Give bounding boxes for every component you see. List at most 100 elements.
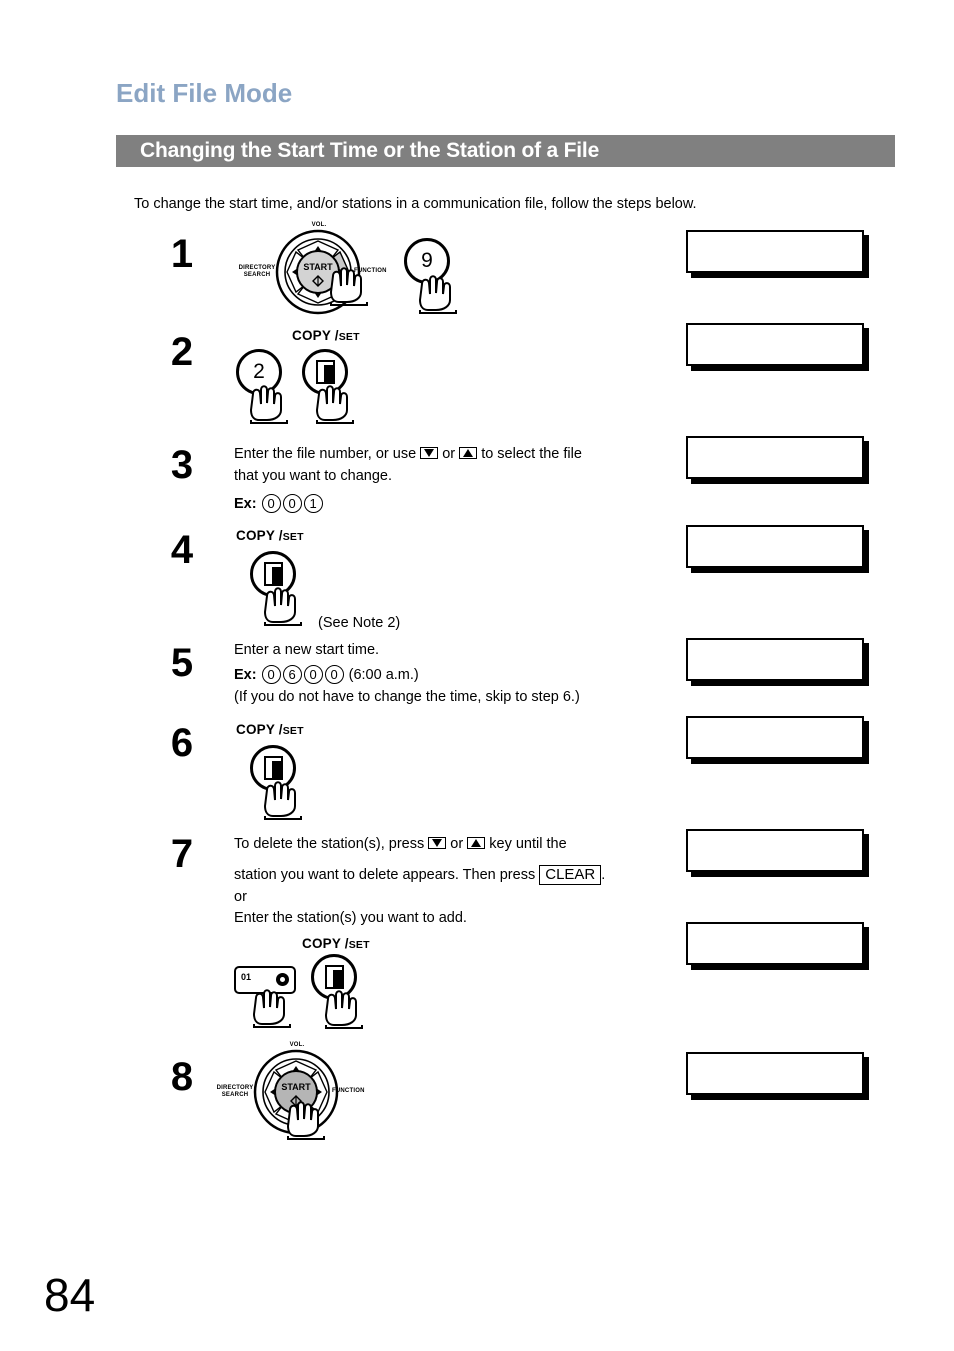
step-3-line1: Enter the file number, or use or to sele… [234, 446, 582, 462]
step-5-line3: (If you do not have to change the time, … [234, 688, 580, 705]
step-3-line2: that you want to change. [234, 467, 392, 484]
section-banner: Changing the Start Time or the Station o… [116, 135, 895, 167]
step-5-example: Ex: 0600 (6:00 a.m.) [234, 665, 674, 687]
lcd-line-1: EDIT FILE MODE (1-6) [694, 270, 856, 271]
lcd-display-step-5: DEFERRED XMT START TIME 06:00 [686, 638, 864, 681]
lcd-line-1: ENTER STATION(S) [694, 869, 856, 870]
step-7-content: To delete the station(s), press or key u… [234, 834, 664, 1029]
section-banner-title: Changing the Start Time or the Station o… [140, 139, 600, 162]
page-number: 84 [44, 1269, 96, 1321]
key-2-label: 2 [253, 360, 265, 383]
step-5-line1: Enter a new start time. [234, 642, 380, 658]
example-digit: 6 [282, 665, 302, 685]
step-number-6: 6 [170, 721, 194, 765]
pressing-hand-icon [250, 986, 291, 1028]
copy-set-label: COPY /SET [292, 328, 360, 343]
copy-page-icon [324, 965, 344, 989]
page-title: Edit File Mode [116, 78, 293, 108]
led-indicator-icon [276, 973, 289, 986]
dial-label-function: FUNCTION [332, 1088, 365, 1094]
step-1-illustration: START VOL. DIRECTORY SEARCH FUNCTION 9 [239, 222, 462, 315]
intro-paragraph: To change the start time, and/or station… [134, 196, 697, 212]
navigation-dial-cluster[interactable]: START VOL. DIRECTORY SEARCH FUNCTION [217, 1042, 372, 1140]
lcd-display-step-1: EDIT FILE MODE (1-6) ENTER NO. OR ∨ ∧ [686, 230, 864, 273]
step-number-3: 3 [170, 443, 194, 487]
lcd-display-step-6: <01>(Station name) 5551234 [686, 716, 864, 759]
dial-label-directory-search: DIRECTORY SEARCH [238, 265, 276, 278]
lcd-line-1: ENTER FILE NO.OR ∨ ∧ [694, 476, 856, 477]
dial-label-vol: VOL. [289, 1042, 305, 1048]
lcd-display-step-8: * STORE * NO.005 [686, 1052, 864, 1095]
step-7-line1: To delete the station(s), press or key u… [234, 836, 567, 852]
example-digit: 0 [261, 665, 281, 685]
pressing-hand-icon [261, 778, 302, 820]
numeric-key-2[interactable]: 2 [236, 349, 288, 424]
step-number-2: 2 [170, 330, 194, 374]
up-arrow-key-icon[interactable] [467, 837, 486, 850]
svg-text:START: START [281, 1082, 311, 1092]
key-9-label: 9 [421, 249, 433, 272]
copy-set-button[interactable] [250, 551, 302, 626]
pressing-hand-icon [327, 264, 368, 306]
step-number-4: 4 [170, 528, 194, 572]
lcd-display-step-7b: 1 STN(S) ARE SET ADD MORE OR START [686, 922, 864, 965]
step-2-illustration: COPY /SET 2 [236, 328, 360, 424]
lcd-line-1: ENTER FILE NO.OR ∨ ∧ [694, 363, 856, 364]
step-7-line3: or [234, 888, 247, 905]
clear-key[interactable]: CLEAR [539, 864, 602, 885]
step-5-content: Enter a new start time. Ex: 0600 (6:00 a… [234, 640, 674, 708]
step-3-example: Ex: 001 [234, 494, 654, 516]
lcd-display-step-7a: ENTER STATION(S) THEN PRESS START [686, 829, 864, 872]
pressing-hand-icon [261, 584, 302, 626]
step-4-note: (See Note 2) [318, 615, 401, 631]
down-arrow-key-icon[interactable] [420, 447, 439, 460]
lcd-line-1: <01>(Station name) [694, 756, 856, 757]
example-digit: 0 [282, 494, 302, 514]
lcd-line-1: * STORE * NO.005 [694, 1092, 856, 1093]
pressing-hand-icon [284, 1098, 325, 1140]
step-8-illustration: START VOL. DIRECTORY SEARCH FUNCTION [217, 1042, 372, 1140]
copy-set-label: COPY /SET [236, 528, 304, 543]
pressing-hand-icon [313, 382, 354, 424]
pressing-hand-icon [416, 272, 457, 314]
example-digit: 0 [303, 665, 323, 685]
one-touch-key-label: 01 [241, 972, 252, 982]
copy-set-label: COPY /SET [302, 936, 370, 951]
step-7-line2: station you want to delete appears. Then… [234, 864, 606, 885]
lcd-display-step-4: DEFERRED XMT START TIME 22:30 [686, 525, 864, 568]
dial-label-vol: VOL. [311, 222, 327, 228]
example-suffix: (6:00 a.m.) [348, 666, 419, 683]
example-digit: 0 [324, 665, 344, 685]
step-number-5: 5 [170, 641, 194, 685]
copy-set-button[interactable] [250, 745, 302, 820]
up-arrow-key-icon[interactable] [459, 447, 478, 460]
lcd-line-1: DEFERRED XMT [694, 565, 856, 566]
example-label: Ex: [234, 666, 257, 683]
copy-set-button[interactable] [302, 349, 354, 424]
step-7-line4: Enter the station(s) you want to add. [234, 910, 467, 927]
step-6-illustration: COPY /SET [236, 722, 304, 821]
example-digit: 1 [303, 494, 323, 514]
copy-page-icon [263, 756, 283, 780]
step-number-7: 7 [170, 832, 194, 876]
pressing-hand-icon [322, 987, 363, 1029]
copy-page-icon [263, 562, 283, 586]
step-number-8: 8 [170, 1055, 194, 1099]
dial-label-directory-search: DIRECTORY SEARCH [216, 1085, 254, 1098]
copy-set-button[interactable] [311, 954, 363, 1029]
example-digit: 0 [261, 494, 281, 514]
lcd-display-step-3: ENTER FILE NO.OR ∨ ∧ FILE NO.=001 [686, 436, 864, 479]
step-3-content: Enter the file number, or use or to sele… [234, 444, 654, 515]
copy-page-icon [315, 360, 335, 384]
one-touch-station-key-01[interactable]: 01 [234, 966, 296, 1028]
pressing-hand-icon [247, 382, 288, 424]
step-number-1: 1 [170, 232, 194, 276]
lcd-line-1: DEFERRED XMT [694, 678, 856, 679]
lcd-display-step-2: ENTER FILE NO.OR ∨ ∧ FILE NO.=▮▮▮ [686, 323, 864, 366]
numeric-key-9[interactable]: 9 [404, 238, 457, 314]
copy-set-label: COPY /SET [236, 722, 304, 737]
lcd-line-1: 1 STN(S) ARE SET [694, 962, 856, 963]
example-label: Ex: [234, 495, 257, 512]
step-4-illustration: COPY /SET (See Note 2) [236, 528, 400, 631]
down-arrow-key-icon[interactable] [428, 837, 447, 850]
